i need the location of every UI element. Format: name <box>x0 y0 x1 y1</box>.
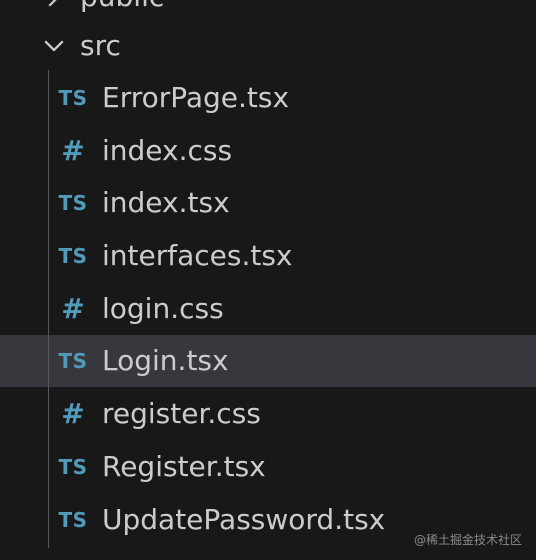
file-name: index.tsx <box>102 186 230 219</box>
css-icon: # <box>61 292 85 325</box>
file-name: Register.tsx <box>102 450 266 483</box>
file-name: index.css <box>102 134 233 167</box>
folder-name: public <box>80 0 164 11</box>
css-icon: # <box>61 134 85 167</box>
typescript-icon: TS <box>58 191 88 215</box>
file-row-interfaces-tsx[interactable]: TS interfaces.tsx <box>0 230 536 282</box>
file-name: register.css <box>102 397 261 430</box>
folder-name: src <box>80 29 121 62</box>
file-name: ErrorPage.tsx <box>102 81 290 114</box>
file-name: login.css <box>102 292 224 325</box>
file-row-errorpage-tsx[interactable]: TS ErrorPage.tsx <box>0 72 536 124</box>
file-row-login-css[interactable]: # login.css <box>0 283 536 335</box>
file-row-register-css[interactable]: # register.css <box>0 388 536 440</box>
typescript-icon: TS <box>58 349 88 373</box>
file-row-index-tsx[interactable]: TS index.tsx <box>0 177 536 229</box>
css-icon: # <box>61 397 85 430</box>
typescript-icon: TS <box>58 508 88 532</box>
folder-row-src[interactable]: src <box>0 20 536 72</box>
typescript-icon: TS <box>58 455 88 479</box>
typescript-icon: TS <box>58 244 88 268</box>
file-explorer: public src TS ErrorPage.tsx # index.css … <box>0 0 536 560</box>
file-name: Login.tsx <box>102 344 229 377</box>
file-row-register-tsx[interactable]: TS Register.tsx <box>0 441 536 493</box>
file-row-login-tsx[interactable]: TS Login.tsx <box>0 335 536 387</box>
indent-guide <box>48 70 49 548</box>
chevron-right-icon <box>41 0 67 10</box>
file-name: UpdatePassword.tsx <box>102 503 386 536</box>
typescript-icon: TS <box>58 86 88 110</box>
file-name: interfaces.tsx <box>102 239 293 272</box>
file-row-index-css[interactable]: # index.css <box>0 125 536 177</box>
chevron-down-icon <box>41 33 67 59</box>
watermark: @稀土掘金技术社区 <box>413 533 522 547</box>
